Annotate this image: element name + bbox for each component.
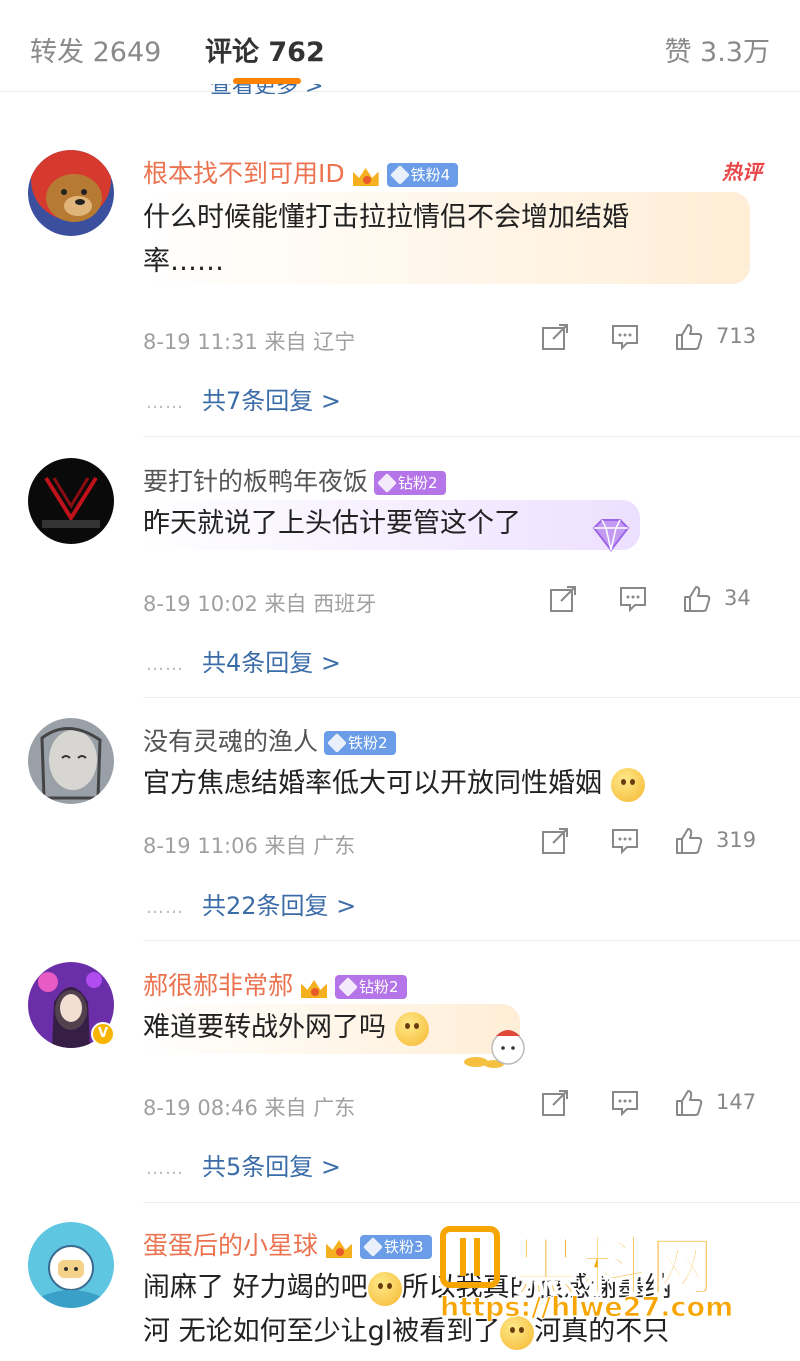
comment-text: 官方焦虑结婚率低大可以开放同性婚姻 [143, 762, 743, 806]
tab-comments[interactable]: 评论 762 [205, 30, 325, 69]
username[interactable]: 要打针的板鸭年夜饭 钻粉2 [143, 462, 446, 498]
replies-label[interactable]: 共7条回复 > [202, 387, 341, 415]
watermark-logo-icon [440, 1226, 500, 1288]
fan-badge[interactable]: 铁粉2 [324, 731, 396, 755]
crown-icon [299, 974, 329, 1000]
comment-icon[interactable] [610, 1088, 640, 1118]
username-text[interactable]: 要打针的板鸭年夜饭 [143, 467, 368, 496]
diamond-icon [327, 733, 347, 753]
comment-text: 昨天就说了上头估计要管这个了 [143, 508, 521, 539]
divider [143, 697, 800, 698]
hot-comment-tag: 热评 [722, 160, 762, 184]
username[interactable]: 没有灵魂的渔人 铁粉2 [143, 722, 396, 758]
comment-actions: 713 [540, 322, 770, 354]
watermark-url: https://hlwe27.com [439, 1292, 734, 1324]
username-text[interactable]: 没有灵魂的渔人 [143, 727, 318, 756]
crown-icon [351, 162, 381, 188]
diamond-icon [338, 977, 358, 997]
comment-text-content: 难道要转战外网了吗 [143, 1012, 386, 1043]
crown-icon [324, 1234, 354, 1260]
fan-badge-label: 钻粉2 [398, 474, 438, 492]
see-more-link[interactable]: 查看更多 > [210, 84, 323, 94]
username[interactable]: 蛋蛋后的小星球 铁粉3 [143, 1226, 432, 1262]
avatar[interactable] [28, 1222, 114, 1308]
avatar[interactable] [28, 718, 114, 804]
avatar[interactable] [28, 150, 114, 236]
comment-icon[interactable] [618, 584, 648, 614]
dots-icon: …… [146, 1157, 184, 1179]
fan-badge-label: 铁粉4 [410, 166, 451, 184]
username-text[interactable]: 郝很郝非常郝 [143, 971, 293, 1000]
comment-actions: 319 [540, 826, 770, 858]
diamond-icon [377, 473, 397, 493]
like-icon[interactable] [674, 826, 704, 856]
view-replies-link[interactable]: …… 共5条回复 > [146, 1147, 341, 1182]
emoji-icon [394, 1011, 429, 1046]
view-replies-link[interactable]: …… 共22条回复 > [146, 886, 356, 921]
comment-icon[interactable] [610, 826, 640, 856]
fan-badge[interactable]: 铁粉4 [386, 163, 459, 187]
comment-meta: 8-19 11:06 来自 广东 [143, 834, 356, 858]
avatar[interactable] [28, 458, 114, 544]
watermark: 黑料网 https://hlwe27.com [439, 1222, 800, 1342]
replies-label[interactable]: 共22条回复 > [202, 892, 356, 920]
fan-badge[interactable]: 钻粉2 [374, 471, 446, 495]
tab-forward[interactable]: 转发 2649 [30, 30, 161, 69]
like-count: 713 [716, 324, 757, 348]
gem-icon [363, 1237, 383, 1257]
fan-badge-label: 铁粉3 [384, 1238, 424, 1256]
comment-actions: 34 [548, 584, 770, 616]
like-count: 319 [716, 828, 757, 852]
comment-text-content: 官方焦虑结婚率低大可以开放同性婚姻 [143, 768, 602, 799]
comment-meta: 8-19 10:02 来自 西班牙 [143, 592, 377, 616]
emoji-icon [610, 767, 645, 802]
view-replies-link[interactable]: …… 共7条回复 > [146, 381, 341, 416]
comment-actions: 147 [540, 1088, 770, 1120]
comment-text: 什么时候能懂打击拉拉情侣不会增加结婚率…… [143, 202, 629, 277]
gem-icon [389, 165, 410, 185]
username-text[interactable]: 蛋蛋后的小星球 [143, 1231, 318, 1260]
view-replies-link[interactable]: …… 共4条回复 > [146, 643, 341, 678]
repost-icon[interactable] [540, 1088, 570, 1118]
divider [143, 1202, 800, 1203]
comment-meta: 8-19 08:46 来自 广东 [143, 1096, 356, 1120]
dots-icon: …… [146, 896, 184, 918]
repost-icon[interactable] [548, 584, 578, 614]
verified-icon: V [91, 1022, 115, 1046]
repost-icon[interactable] [540, 322, 570, 352]
like-count: 34 [724, 586, 751, 610]
fan-badge[interactable]: 铁粉3 [360, 1235, 432, 1259]
like-icon[interactable] [682, 584, 712, 614]
comment-text: 难道要转战外网了吗 [143, 1006, 743, 1050]
divider [143, 436, 800, 437]
fan-badge[interactable]: 钻粉2 [335, 975, 407, 999]
comment-text-line: 闹麻了 好力竭的吧 [143, 1272, 368, 1303]
username-text[interactable]: 根本找不到可用ID [143, 159, 345, 188]
like-icon[interactable] [674, 1088, 704, 1118]
username[interactable]: 根本找不到可用ID 铁粉4 [143, 154, 459, 190]
comment-tabs-bar: 转发 2649 评论 762 赞 3.3万 [0, 0, 800, 92]
like-count: 147 [716, 1090, 757, 1114]
username[interactable]: 郝很郝非常郝 钻粉2 [143, 966, 407, 1002]
emoji-icon [367, 1271, 402, 1306]
dots-icon: …… [146, 391, 184, 413]
fan-badge-label: 铁粉2 [348, 734, 388, 752]
replies-label[interactable]: 共5条回复 > [202, 1153, 341, 1181]
fortune-sticker-icon [464, 1030, 525, 1068]
replies-label[interactable]: 共4条回复 > [202, 649, 341, 677]
comment-icon[interactable] [610, 322, 640, 352]
dots-icon: …… [146, 653, 184, 675]
like-icon[interactable] [674, 322, 704, 352]
fan-badge-label: 钻粉2 [359, 978, 399, 996]
comment-meta: 8-19 11:31 来自 辽宁 [143, 330, 356, 354]
tab-likes[interactable]: 赞 3.3万 [664, 30, 770, 69]
divider [143, 940, 800, 941]
repost-icon[interactable] [540, 826, 570, 856]
